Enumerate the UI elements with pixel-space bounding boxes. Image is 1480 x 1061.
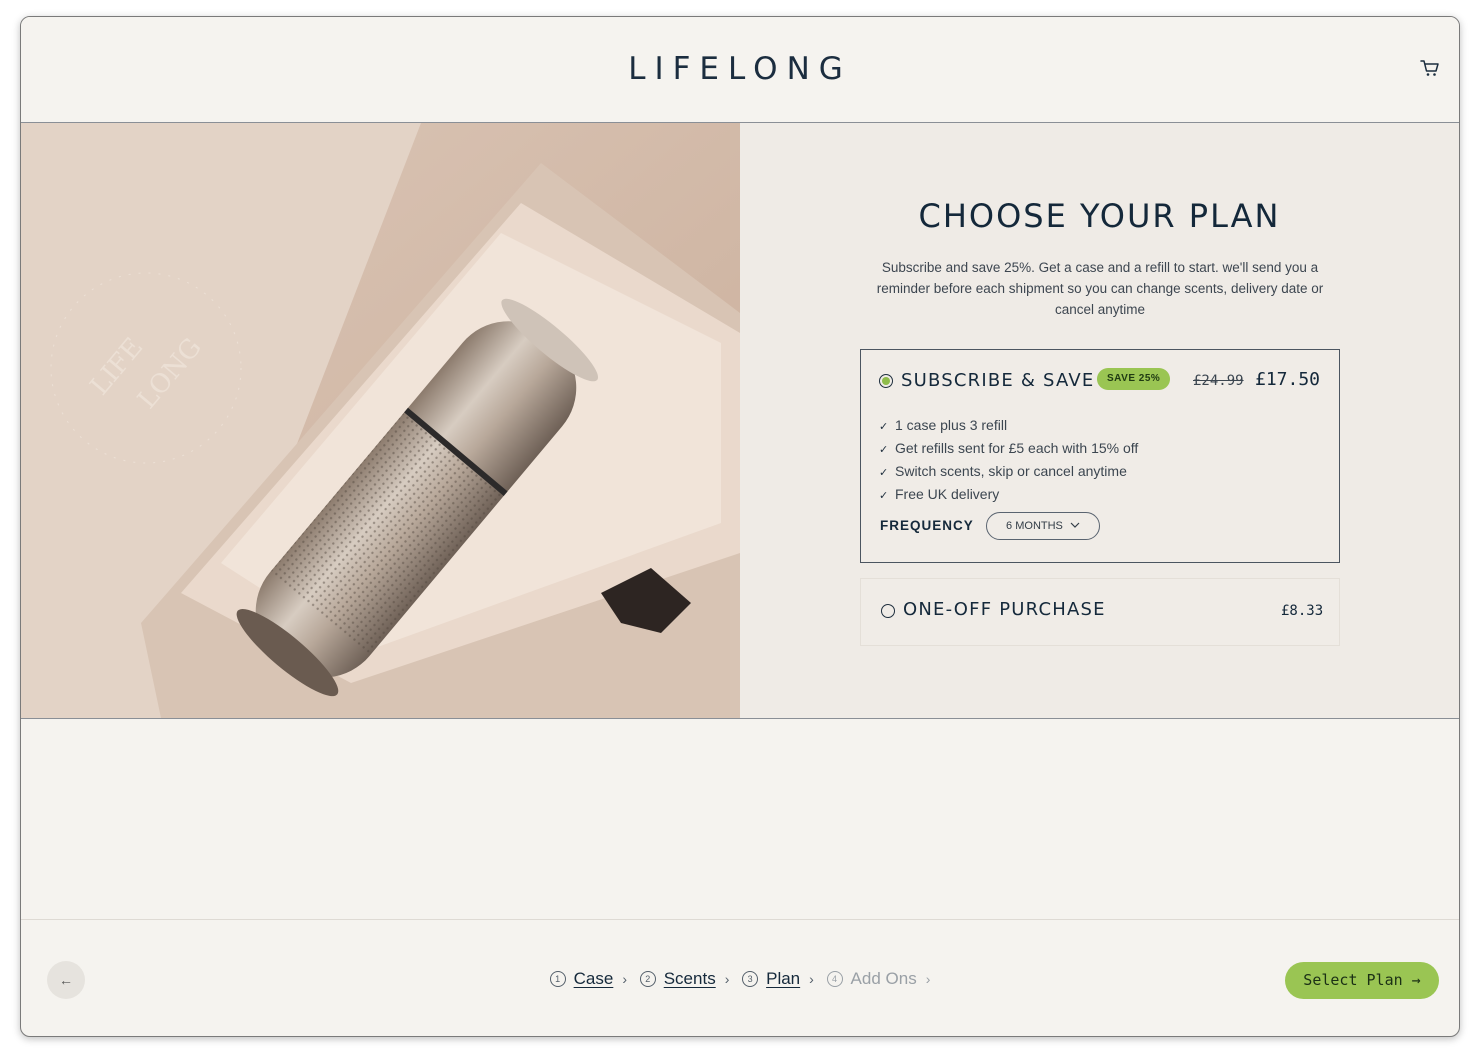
feature-item: ✓ Free UK delivery [879,484,1138,507]
feature-item: ✓ Get refills sent for £5 each with 15% o… [879,438,1138,461]
one-off-plan-name: ONE-OFF PURCHASE [903,599,1106,620]
one-off-plan-card[interactable]: ONE-OFF PURCHASE £8.33 [860,578,1340,646]
cart-icon[interactable] [1419,57,1441,79]
frequency-label: FREQUENCY [880,518,974,533]
step-add-ons: 4 Add Ons › [826,969,931,989]
footer-bar: ← 1 Case › 2 Scents › 3 Plan › 4 Add Ons › Selec… [21,919,1459,1036]
one-off-radio[interactable] [881,604,895,618]
check-icon: ✓ [879,444,889,456]
step-scents[interactable]: 2 Scents › [639,969,730,989]
chevron-right-icon: › [925,971,931,987]
brand-logo[interactable]: LIFELONG [21,51,1459,87]
one-off-price: £8.33 [1281,603,1324,619]
frequency-dropdown[interactable]: 6 MONTHS [986,512,1100,540]
subscribe-radio[interactable] [879,374,893,388]
plan-panel: CHOOSE YOUR PLAN Subscribe and save 25%.… [740,123,1459,718]
plan-description: Subscribe and save 25%. Get a case and a… [876,260,1324,317]
feature-list: ✓ 1 case plus 3 refill ✓ Get refills sent … [879,415,1138,507]
subscribe-price: £17.50 [1255,369,1321,390]
chevron-right-icon: › [622,971,627,987]
subscribe-plan-card[interactable]: SUBSCRIBE & SAVE SAVE 25% £24.99 £17.50 … [860,349,1340,563]
save-badge: SAVE 25% [1097,368,1171,390]
feature-item: ✓ Switch scents, skip or cancel anytime [879,461,1138,484]
frequency-value: 6 MONTHS [1006,520,1063,532]
site-header: LIFELONG [21,17,1459,123]
check-icon: ✓ [879,421,889,433]
select-plan-button[interactable]: Select Plan → [1285,962,1439,999]
subscribe-plan-name: SUBSCRIBE & SAVE [901,370,1095,391]
step-breadcrumb: 1 Case › 2 Scents › 3 Plan › 4 Add Ons › [21,969,1459,989]
chevron-right-icon: › [724,971,730,987]
chevron-down-icon [1070,522,1080,528]
check-icon: ✓ [879,490,889,502]
step-case[interactable]: 1 Case › [549,969,627,989]
product-illustration: LIFE LONG [21,123,740,718]
chevron-right-icon: › [809,971,814,987]
check-icon: ✓ [879,467,889,479]
arrow-right-icon: → [1411,971,1421,989]
step-plan[interactable]: 3 Plan › [742,969,814,989]
product-photo: LIFE LONG [21,123,740,718]
app-window: LIFELONG LIFE LONG CHOOSE YOUR PLAN Subs… [20,16,1460,1037]
hero-section: LIFE LONG CHOOSE YOUR PLAN Subscribe and… [21,123,1459,719]
feature-item: ✓ 1 case plus 3 refill [879,415,1138,438]
page-title: CHOOSE YOUR PLAN [918,197,1281,235]
original-price: £24.99 [1193,373,1244,389]
